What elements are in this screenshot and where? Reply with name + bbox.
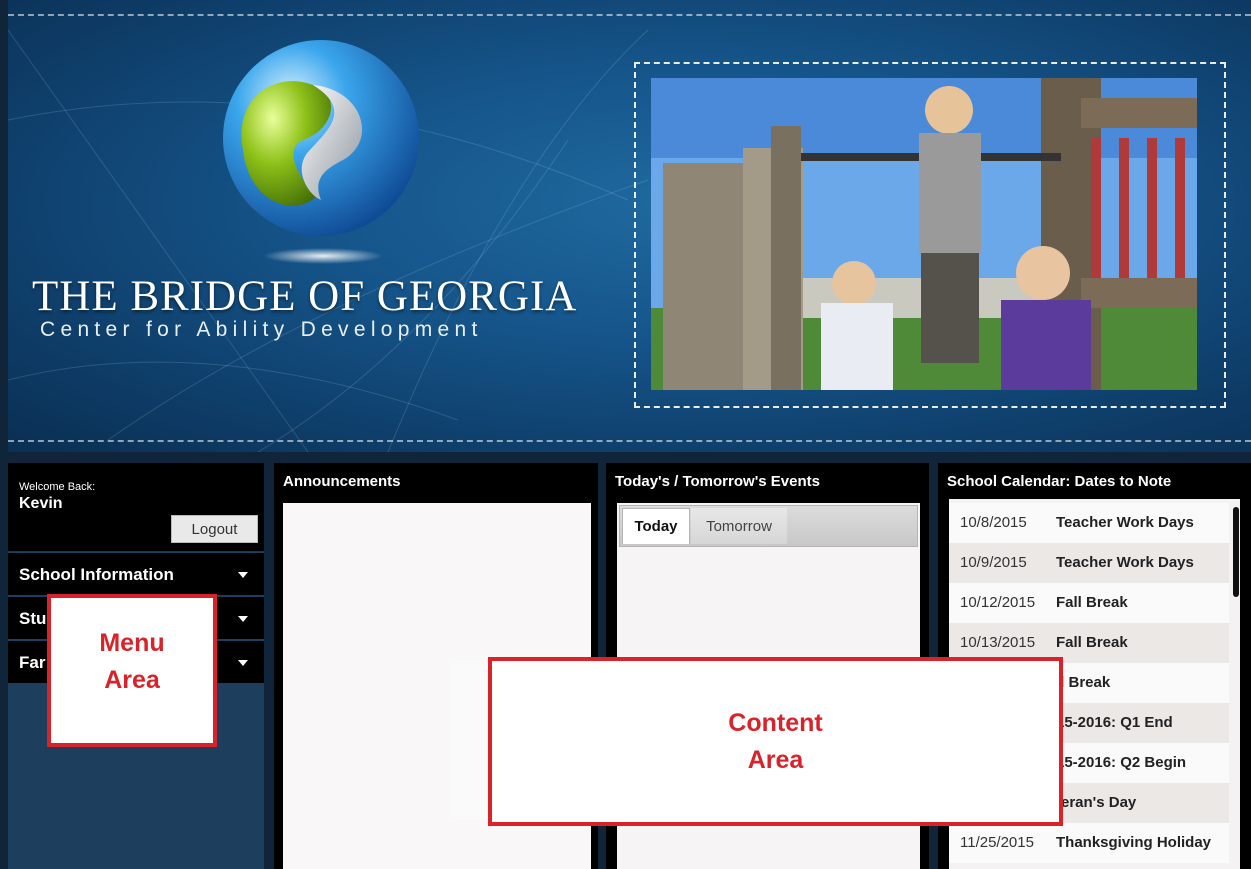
sidebar-item-label: Stu	[19, 609, 47, 628]
calendar-event: ll Break	[1056, 674, 1111, 691]
chevron-down-icon	[238, 572, 248, 578]
calendar-event: Fall Break	[1056, 594, 1128, 611]
calendar-scrollbar[interactable]	[1233, 507, 1239, 597]
sidebar-item-school-information[interactable]: School Information	[8, 553, 264, 596]
swirl-globe-logo-icon[interactable]	[203, 30, 443, 270]
welcome-label: Welcome Back:	[19, 481, 96, 493]
callout-line: Area	[747, 746, 804, 774]
events-tab-bar: Today Tomorrow	[619, 505, 918, 547]
tab-today[interactable]: Today	[622, 508, 690, 544]
calendar-event: 15-2016: Q1 End	[1056, 714, 1173, 731]
chevron-down-icon	[238, 616, 248, 622]
calendar-event: Fall Break	[1056, 634, 1128, 651]
welcome-box: Welcome Back: Kevin Logout	[8, 463, 264, 552]
header-dashed-border-top	[8, 14, 1251, 16]
brand-subtitle: Center for Ability Development	[40, 318, 483, 341]
chevron-down-icon	[238, 660, 248, 666]
calendar-event: Thanksgiving Holiday	[1056, 834, 1212, 851]
menu-area-callout: Menu Area	[47, 594, 217, 747]
calendar-date: 10/9/2015	[960, 554, 1027, 571]
tab-tomorrow[interactable]: Tomorrow	[691, 508, 787, 544]
content-area-callout: Content Area	[488, 657, 1063, 826]
sidebar-item-label: School Information	[19, 565, 174, 584]
sidebar-item-label: Far	[19, 653, 46, 672]
calendar-event: Teacher Work Days	[1056, 514, 1194, 531]
callout-line: Content	[728, 709, 823, 737]
events-title: Today's / Tomorrow's Events	[615, 473, 820, 490]
calendar-date: 11/25/2015	[960, 834, 1034, 851]
calendar-row: 10/9/2015 Teacher Work Days	[949, 543, 1229, 583]
playground-photo	[651, 78, 1197, 390]
page: THE BRIDGE OF GEORGIA Center for Ability…	[0, 0, 1251, 869]
calendar-row: 11/25/2015 Thanksgiving Holiday	[949, 823, 1229, 863]
calendar-row: 10/8/2015 Teacher Work Days	[949, 503, 1229, 543]
header-dashed-border-bottom	[8, 440, 1251, 442]
calendar-event: 15-2016: Q2 Begin	[1056, 754, 1187, 771]
announcements-title: Announcements	[283, 473, 401, 490]
calendar-date: 10/13/2015	[960, 634, 1036, 651]
callout-line: Menu	[99, 629, 165, 657]
calendar-title: School Calendar: Dates to Note	[947, 473, 1172, 490]
calendar-date: 10/8/2015	[960, 514, 1027, 531]
calendar-event: teran's Day	[1056, 794, 1137, 811]
calendar-row: 10/12/2015 Fall Break	[949, 583, 1229, 623]
calendar-event: Teacher Work Days	[1056, 554, 1194, 571]
site-header: THE BRIDGE OF GEORGIA Center for Ability…	[8, 0, 1251, 452]
brand-title: THE BRIDGE OF GEORGIA	[32, 273, 578, 320]
user-name: Kevin	[19, 495, 63, 512]
calendar-date: 10/12/2015	[960, 594, 1036, 611]
callout-line: Area	[104, 666, 160, 694]
logout-button[interactable]: Logout	[171, 515, 258, 543]
